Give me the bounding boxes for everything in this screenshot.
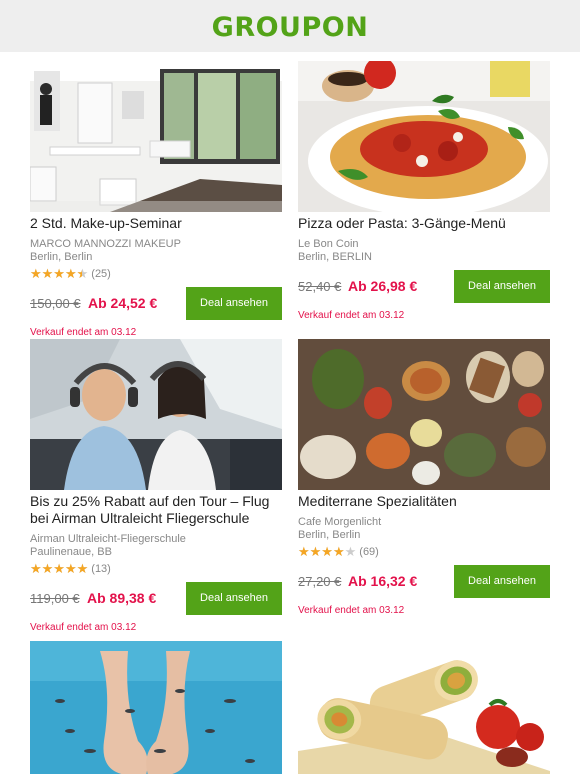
spaghetti-plate-image	[298, 61, 550, 212]
original-price: 150,00 €	[30, 296, 81, 311]
deal-card[interactable]: Pizza oder Pasta: 3-Gänge-Menü Le Bon Co…	[298, 61, 550, 321]
deal-image-pasta[interactable]	[298, 61, 550, 212]
deal-merchant: Cafe Morgenlicht	[298, 516, 382, 528]
deal-card[interactable]	[298, 635, 550, 774]
deal-location: Berlin, BERLIN	[298, 251, 372, 263]
deal-rating: ★★★★★ ★★★★★ (25)	[30, 267, 282, 281]
star-rating-icon: ★★★★★★★★★★	[30, 266, 89, 281]
star-rating-icon: ★★★★★★★★★★	[30, 561, 89, 576]
rating-count: (69)	[359, 546, 379, 558]
sale-end-notice: Verkauf endet am 03.12	[30, 327, 137, 338]
deal-price: Ab 24,52 €	[88, 295, 158, 311]
deal-title[interactable]: Mediterrane Spezialitäten	[298, 493, 550, 510]
deal-ansehen-button[interactable]: Deal ansehen	[454, 270, 550, 303]
sale-end-notice: Verkauf endet am 03.12	[30, 622, 137, 633]
deal-image-studio[interactable]	[30, 61, 282, 212]
deal-ansehen-button[interactable]: Deal ansehen	[454, 565, 550, 598]
sale-end-notice: Verkauf endet am 03.12	[298, 605, 405, 616]
deal-image-fish-spa[interactable]	[30, 635, 282, 774]
deal-rating: ★★★★★ ★★★★★ (13)	[30, 562, 282, 576]
deal-location: Berlin, Berlin	[298, 529, 361, 541]
deal-merchant: MARCO MANNOZZI MAKEUP	[30, 238, 181, 250]
rating-count: (25)	[91, 268, 111, 280]
deal-title[interactable]: Pizza oder Pasta: 3-Gänge-Menü	[298, 215, 550, 232]
deal-card[interactable]	[30, 635, 282, 774]
wraps-tomatoes-image	[298, 641, 550, 774]
original-price: 27,20 €	[298, 574, 342, 589]
deal-merchant: Airman Ultraleicht-Fliegerschule	[30, 533, 186, 545]
rating-count: (13)	[91, 563, 111, 575]
deal-location: Berlin, Berlin	[30, 251, 93, 263]
price-row: 27,20 € Ab 16,32 € Deal ansehen	[298, 565, 550, 598]
price-row: 52,40 € Ab 26,98 € Deal ansehen	[298, 270, 550, 303]
mezze-table-image	[298, 339, 550, 490]
original-price: 52,40 €	[298, 279, 342, 294]
deal-image-flight[interactable]	[30, 339, 282, 490]
studio-interior-image	[30, 61, 282, 212]
price-row: 150,00 € Ab 24,52 € Deal ansehen	[30, 287, 282, 320]
fish-spa-feet-image	[30, 641, 282, 774]
deal-price: Ab 16,32 €	[348, 573, 418, 589]
header: GROUPON	[0, 0, 580, 52]
star-rating-icon: ★★★★★★★★★★	[298, 544, 357, 559]
deal-image-wraps[interactable]	[298, 635, 550, 774]
deal-image-mezze[interactable]	[298, 339, 550, 490]
deal-card[interactable]: 2 Std. Make-up-Seminar MARCO MANNOZZI MA…	[30, 61, 282, 338]
deal-ansehen-button[interactable]: Deal ansehen	[186, 287, 282, 320]
deal-price: Ab 89,38 €	[87, 590, 157, 606]
sale-end-notice: Verkauf endet am 03.12	[298, 310, 405, 321]
deal-rating: ★★★★★★★★★★(69)	[298, 545, 550, 559]
deal-price: Ab 26,98 €	[348, 278, 418, 294]
deal-location: Paulinenaue, BB	[30, 546, 112, 558]
original-price: 119,00 €	[30, 591, 80, 606]
deal-title[interactable]: 2 Std. Make-up-Seminar	[30, 215, 282, 232]
groupon-logo[interactable]: GROUPON	[0, 12, 580, 43]
deal-title[interactable]: Bis zu 25% Rabatt auf den Tour – Flug be…	[30, 493, 282, 527]
deal-ansehen-button[interactable]: Deal ansehen	[186, 582, 282, 615]
deal-card[interactable]: Bis zu 25% Rabatt auf den Tour – Flug be…	[30, 339, 282, 633]
deal-merchant: Le Bon Coin	[298, 238, 359, 250]
deal-card[interactable]: Mediterrane Spezialitäten Cafe Morgenlic…	[298, 339, 550, 616]
price-row: 119,00 € Ab 89,38 € Deal ansehen	[30, 582, 282, 615]
cockpit-couple-image	[30, 339, 282, 490]
